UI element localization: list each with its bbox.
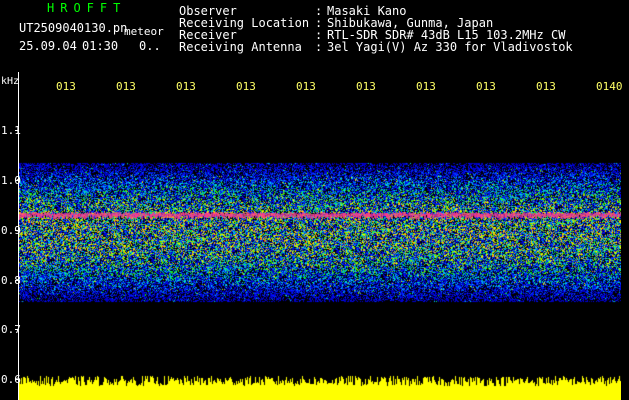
time-tick-6: 013: [356, 80, 376, 93]
time-tick-1: 013: [56, 80, 76, 93]
time-tick-8: 013: [476, 80, 496, 93]
time-tick-10: 0140: [596, 80, 623, 93]
antenna-key: Receiving Antenna: [179, 40, 302, 54]
antenna-value: 3el Yagi(V) Az 330 for Vladivostok: [327, 40, 573, 54]
file-name: UT2509040130.pn: [19, 21, 128, 35]
date-label: 25.09.04: [19, 39, 77, 53]
time-tick-5: 013: [296, 80, 316, 93]
time-tick-3: 013: [176, 80, 196, 93]
ytick-mark-1: [15, 130, 19, 131]
time-tick-9: 013: [536, 80, 556, 93]
count-label: 0..: [139, 39, 161, 53]
time-tick-4: 013: [236, 80, 256, 93]
ytick-mark-5: [15, 329, 19, 330]
ytick-mark-2: [15, 180, 19, 181]
y-axis-unit: kHz: [1, 76, 20, 87]
ytick-mark-4: [15, 280, 19, 281]
meteor-label: meteor: [124, 25, 164, 38]
ytick-mark-3: [15, 230, 19, 231]
time-tick-2: 013: [116, 80, 136, 93]
ytick-mark-6: [15, 379, 19, 380]
app-title: HROFFT: [47, 1, 127, 15]
spectrogram-waterfall: [19, 72, 621, 400]
hrofft-window: HROFFT UT2509040130.pn meteor 25.09.04 0…: [0, 0, 629, 400]
time-tick-7: 013: [416, 80, 436, 93]
time-label: 01:30: [82, 39, 119, 53]
antenna-sep: :: [315, 40, 323, 54]
